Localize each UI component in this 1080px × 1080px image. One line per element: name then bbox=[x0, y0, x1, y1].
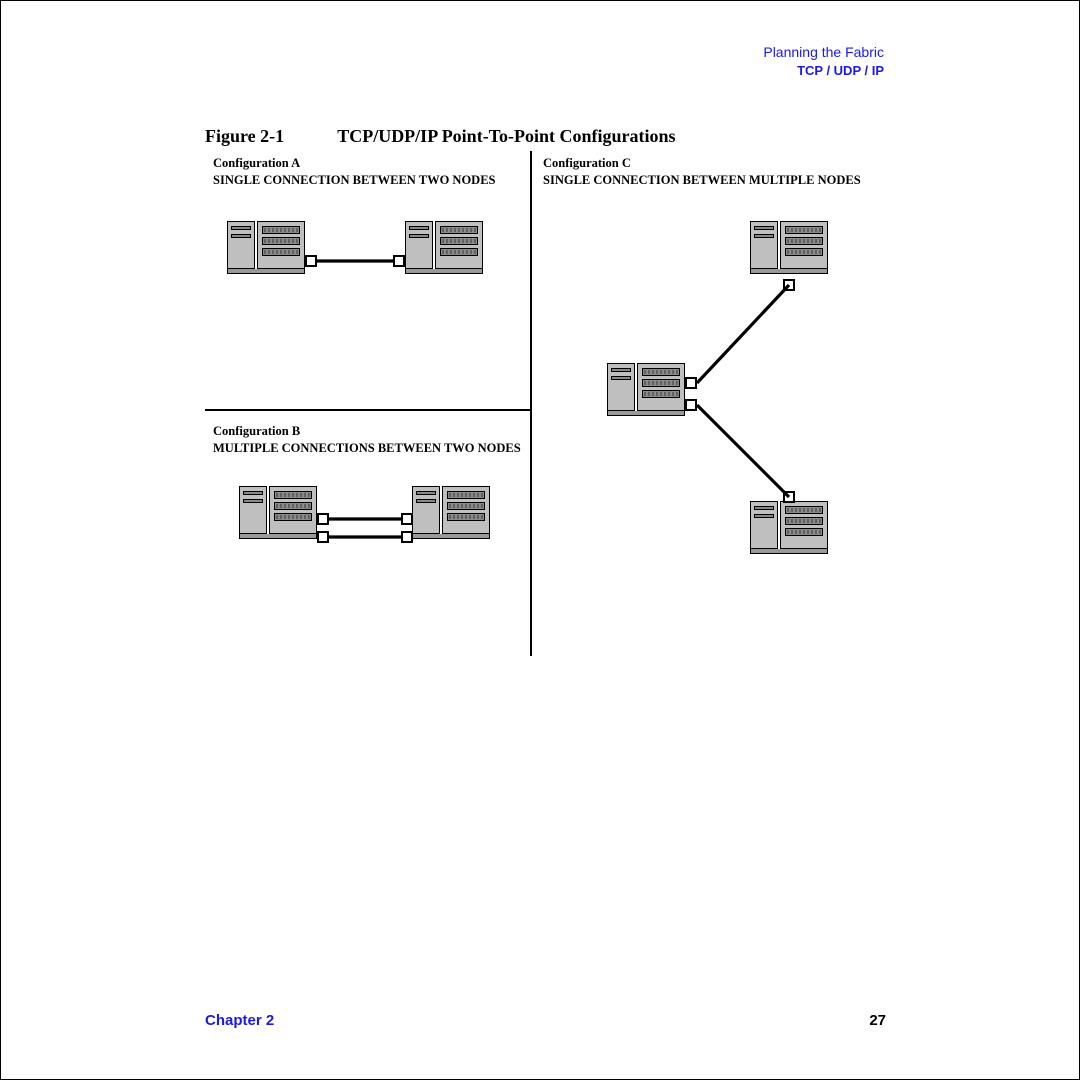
computer-tower-icon bbox=[412, 486, 440, 534]
computer-tower-icon bbox=[227, 221, 255, 269]
header-section: Planning the Fabric bbox=[763, 43, 884, 62]
computer-rack-icon bbox=[435, 221, 483, 269]
config-a-node-left bbox=[227, 221, 305, 274]
config-c-desc: SINGLE CONNECTION BETWEEN MULTIPLE NODES bbox=[543, 172, 861, 189]
config-c-node-bottom bbox=[750, 501, 828, 554]
port-icon bbox=[393, 255, 405, 267]
horizontal-divider bbox=[205, 409, 531, 411]
computer-tower-icon bbox=[405, 221, 433, 269]
port-icon bbox=[783, 491, 795, 503]
config-c-node-hub bbox=[607, 363, 685, 416]
config-b-name: Configuration B bbox=[213, 423, 521, 440]
figure-title: Figure 2-1 TCP/UDP/IP Point-To-Point Con… bbox=[205, 126, 676, 147]
computer-rack-icon bbox=[257, 221, 305, 269]
config-a-label: Configuration A SINGLE CONNECTION BETWEE… bbox=[213, 155, 495, 189]
page-footer: Chapter 2 27 bbox=[205, 1012, 886, 1029]
port-icon bbox=[685, 377, 697, 389]
computer-rack-icon bbox=[780, 221, 828, 269]
config-c-node-top bbox=[750, 221, 828, 274]
computer-rack-icon bbox=[637, 363, 685, 411]
computer-tower-icon bbox=[750, 501, 778, 549]
figure-number: Figure 2-1 bbox=[205, 126, 333, 147]
config-b-node-right bbox=[412, 486, 490, 539]
port-icon bbox=[317, 531, 329, 543]
figure-caption: TCP/UDP/IP Point-To-Point Configurations bbox=[337, 126, 675, 146]
footer-page-number: 27 bbox=[869, 1012, 886, 1029]
page-header: Planning the Fabric TCP / UDP / IP bbox=[763, 43, 884, 79]
figure-diagram: Configuration A SINGLE CONNECTION BETWEE… bbox=[205, 151, 875, 671]
computer-rack-icon bbox=[269, 486, 317, 534]
port-icon bbox=[685, 399, 697, 411]
footer-chapter: Chapter 2 bbox=[205, 1012, 274, 1029]
port-icon bbox=[783, 279, 795, 291]
config-b-desc: MULTIPLE CONNECTIONS BETWEEN TWO NODES bbox=[213, 440, 521, 457]
config-c-name: Configuration C bbox=[543, 155, 861, 172]
config-c-label: Configuration C SINGLE CONNECTION BETWEE… bbox=[543, 155, 861, 189]
computer-tower-icon bbox=[607, 363, 635, 411]
config-a-name: Configuration A bbox=[213, 155, 495, 172]
config-b-label: Configuration B MULTIPLE CONNECTIONS BET… bbox=[213, 423, 521, 457]
vertical-divider bbox=[530, 151, 532, 656]
header-topic: TCP / UDP / IP bbox=[763, 62, 884, 80]
config-b-node-left bbox=[239, 486, 317, 539]
computer-tower-icon bbox=[750, 221, 778, 269]
page: Planning the Fabric TCP / UDP / IP Figur… bbox=[0, 0, 1080, 1080]
port-icon bbox=[305, 255, 317, 267]
config-a-node-right bbox=[405, 221, 483, 274]
port-icon bbox=[317, 513, 329, 525]
computer-rack-icon bbox=[442, 486, 490, 534]
computer-rack-icon bbox=[780, 501, 828, 549]
port-icon bbox=[401, 513, 413, 525]
port-icon bbox=[401, 531, 413, 543]
config-a-desc: SINGLE CONNECTION BETWEEN TWO NODES bbox=[213, 172, 495, 189]
computer-tower-icon bbox=[239, 486, 267, 534]
